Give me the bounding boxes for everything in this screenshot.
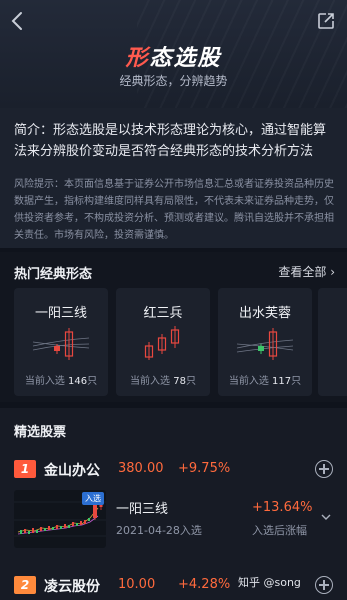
section-title: 精选股票: [14, 425, 67, 440]
stock-price: 10.00: [118, 577, 156, 592]
selected-tag: 入选: [82, 492, 104, 505]
add-watchlist-button[interactable]: [315, 576, 333, 594]
pattern-card-partial[interactable]: [318, 288, 347, 396]
gain-value: +13.64%: [252, 500, 313, 515]
chevron-down-icon[interactable]: [321, 512, 331, 522]
section-title: 热门经典形态: [14, 267, 93, 282]
risk-disclaimer: 风险提示：本页面信息基于证券公开市场信息汇总或者证券投资品种历史数据产生，指标构…: [14, 179, 334, 241]
stock-change: +4.28%: [178, 577, 231, 592]
header: 形态选股 经典形态，分辨趋势: [0, 0, 347, 108]
rank-badge: 1: [14, 460, 36, 478]
rank-badge: 2: [14, 576, 36, 594]
stock-change: +9.75%: [178, 461, 231, 476]
back-arrow-icon[interactable]: [8, 10, 28, 32]
pattern-chushuifurong-icon: [236, 328, 294, 360]
add-watchlist-button[interactable]: [315, 460, 333, 478]
pattern-card-chushuifurong[interactable]: 出水芙蓉 当前入选 117只: [218, 288, 312, 396]
selected-date: 2021-04-28入选: [116, 524, 202, 537]
featured-stocks-section: 精选股票 1 金山办公 380.00 +9.75% 入选 一阳三线 2021-0…: [0, 408, 347, 600]
pattern-card-hongsanbing[interactable]: 红三兵 当前入选 78只: [116, 288, 210, 396]
stock-mini-chart[interactable]: 入选: [14, 490, 106, 548]
watermark: 知乎 @song: [238, 576, 301, 589]
stock-price: 380.00: [118, 461, 164, 476]
stock-name[interactable]: 凌云股份: [44, 576, 100, 596]
see-all-link[interactable]: 查看全部 ›: [278, 263, 335, 280]
page-subtitle: 经典形态，分辨趋势: [119, 74, 228, 88]
hot-patterns-section: 热门经典形态 查看全部 › 一阳三线 当前入选 146只 红三兵 当前入选 78…: [0, 252, 347, 402]
matched-pattern: 一阳三线: [116, 502, 169, 517]
page-title: 形态选股: [125, 46, 222, 71]
pattern-card-yiyangsanxian[interactable]: 一阳三线 当前入选 146只: [14, 288, 108, 396]
gain-label: 入选后涨幅: [252, 524, 307, 537]
share-icon[interactable]: [317, 12, 335, 30]
stock-name[interactable]: 金山办公: [44, 460, 100, 480]
intro-section: 简介：形态选股是以技术形态理论为核心，通过智能算法来分辨股价变动是否符合经典形态…: [0, 108, 347, 248]
pattern-hongsanbing-icon: [144, 326, 180, 360]
intro-text: 简介：形态选股是以技术形态理论为核心，通过智能算法来分辨股价变动是否符合经典形态…: [14, 123, 327, 159]
pattern-yiyangsanxian-icon: [32, 328, 90, 360]
